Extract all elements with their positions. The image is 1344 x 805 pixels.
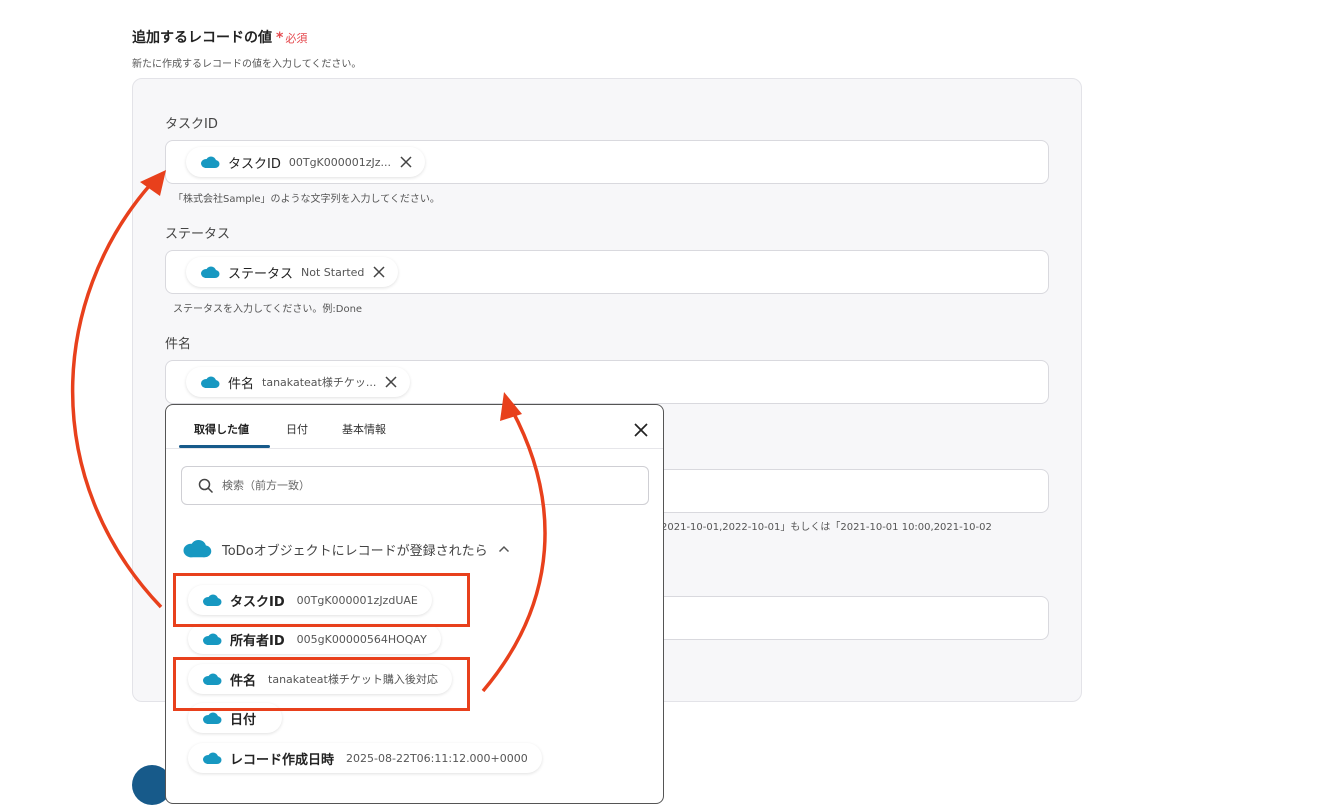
task-id-input[interactable]: タスクID 00TgK000001zJz... [165,140,1049,184]
search-icon [198,478,214,493]
field-label-status: ステータス [165,227,231,242]
highlight-box-subject [173,657,470,711]
list-item-owner-id[interactable]: 所有者ID 005gK00000564HOQAY [188,624,441,654]
salesforce-cloud-icon [203,633,222,645]
pill-label: ステータス [228,266,294,282]
status-hint: ステータスを入力してください。例:Done [173,304,363,315]
chevron-up-icon[interactable] [498,545,510,553]
task-id-hint: 「株式会社Sample」のような文字列を入力してください。 [173,194,440,205]
pill-label: 件名 [228,376,255,392]
salesforce-cloud-icon [201,156,220,168]
pill-label: タスクID [228,156,281,172]
salesforce-cloud-icon [183,540,212,558]
pill-value: tanakateat様チケッ... [262,376,377,389]
close-icon[interactable] [399,155,413,169]
required-star: * [276,30,284,46]
list-item-created-date[interactable]: レコード作成日時 2025-08-22T06:11:12.000+0000 [188,743,542,773]
field-label-task-id: タスクID [165,117,218,132]
close-icon[interactable] [632,421,650,439]
salesforce-cloud-icon [203,712,222,724]
trigger-group-header[interactable]: ToDoオブジェクトにレコードが登録されたら [182,539,510,559]
tab-acquired-values[interactable]: 取得した値 [194,421,249,437]
highlight-box-task-id [173,573,470,627]
tab-date[interactable]: 日付 [286,421,308,437]
subject-variable-pill[interactable]: 件名 tanakateat様チケッ... [186,367,411,397]
search-field[interactable] [181,466,649,505]
salesforce-cloud-icon [201,376,220,388]
salesforce-cloud-icon [201,266,220,278]
salesforce-cloud-icon [203,752,222,764]
search-input[interactable] [222,479,622,492]
status-variable-pill[interactable]: ステータス Not Started [186,257,399,287]
required-label: 必須 [285,32,308,45]
close-icon[interactable] [372,265,386,279]
section-title: 追加するレコードの値 * 必須 [132,30,308,46]
tabs-divider [166,448,663,449]
tab-basic-info[interactable]: 基本情報 [342,421,386,437]
close-icon[interactable] [384,375,398,389]
pill-value: Not Started [301,265,365,279]
task-id-variable-pill[interactable]: タスクID 00TgK000001zJz... [186,147,426,177]
section-description: 新たに作成するレコードの値を入力してください。 [132,59,362,70]
pill-value: 00TgK000001zJz... [288,155,392,169]
date-hint: 2021-10-01,2022-10-01」もしくは「2021-10-01 10… [661,522,992,533]
group-title: ToDoオブジェクトにレコードが登録されたら [222,543,488,559]
status-input[interactable]: ステータス Not Started [165,250,1049,294]
field-label-subject: 件名 [165,337,192,352]
subject-input[interactable]: 件名 tanakateat様チケッ... [165,360,1049,404]
